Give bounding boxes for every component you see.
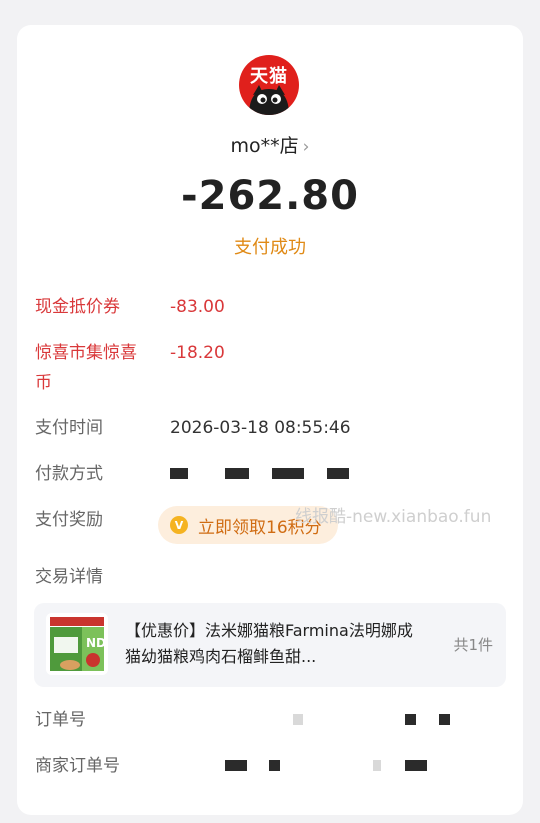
discount-value-coupon: -83.00 [170, 297, 225, 317]
merchant-order-label: 商家订单号 [35, 756, 120, 776]
product-count: 共1件 [453, 636, 493, 654]
payment-amount: -262.80 [181, 173, 359, 219]
tmall-logo: 天猫 [239, 55, 299, 115]
product-thumbnail: ND [46, 613, 108, 675]
product-item[interactable]: ND 【优惠价】法米娜猫粮Farmina法明娜成猫幼猫粮鸡肉石榴鲱鱼甜... 共… [34, 603, 506, 687]
shop-name-link[interactable]: mo**店 › [17, 131, 523, 158]
pay-time-value: 2026-03-18 08:55:46 [170, 418, 351, 438]
logo-text: 天猫 [250, 66, 288, 87]
product-title: 【优惠价】法米娜猫粮Farmina法明娜成猫幼猫粮鸡肉石榴鲱鱼甜... [125, 621, 413, 666]
pay-time-label: 支付时间 [35, 418, 103, 438]
order-number-label: 订单号 [35, 710, 86, 730]
payment-receipt-card: 天猫 mo**店 › -262.80 支付成功 现金抵价券 -83.00 惊喜市集… [17, 25, 523, 815]
chevron-right-icon: › [302, 137, 310, 157]
reward-label: 支付奖励 [35, 510, 103, 530]
pay-method-label: 付款方式 [35, 464, 103, 484]
discount-label-coins: 惊喜市集惊喜币 [35, 343, 137, 393]
discount-label-coupon: 现金抵价券 [35, 297, 120, 317]
discount-value-coins: -18.20 [170, 343, 225, 363]
watermark: 线报酷-new.xianbao.fun [295, 507, 492, 527]
svg-text:ND: ND [86, 636, 106, 650]
payment-status: 支付成功 [234, 237, 306, 258]
points-coin-icon: V [170, 516, 188, 534]
trade-detail-label: 交易详情 [35, 567, 103, 587]
shop-name: mo**店 [230, 135, 299, 157]
